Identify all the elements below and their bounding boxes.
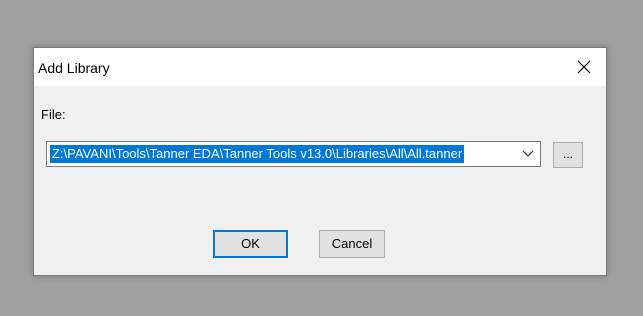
add-library-dialog: Add Library File: Z:\PAVANI\Tools\Tanner… (33, 47, 607, 276)
close-icon (577, 60, 591, 74)
browse-button[interactable]: ... (553, 142, 583, 168)
chevron-down-icon (522, 150, 534, 157)
close-button[interactable] (562, 48, 606, 86)
dropdown-button[interactable] (518, 143, 538, 165)
file-path-combobox[interactable]: Z:\PAVANI\Tools\Tanner EDA\Tanner Tools … (46, 141, 541, 167)
ok-button[interactable]: OK (213, 230, 288, 258)
dialog-title: Add Library (38, 60, 110, 76)
cancel-button[interactable]: Cancel (319, 230, 385, 258)
file-label: File: (41, 107, 66, 122)
file-path-value[interactable]: Z:\PAVANI\Tools\Tanner EDA\Tanner Tools … (50, 145, 465, 163)
title-bar: Add Library (34, 48, 606, 86)
